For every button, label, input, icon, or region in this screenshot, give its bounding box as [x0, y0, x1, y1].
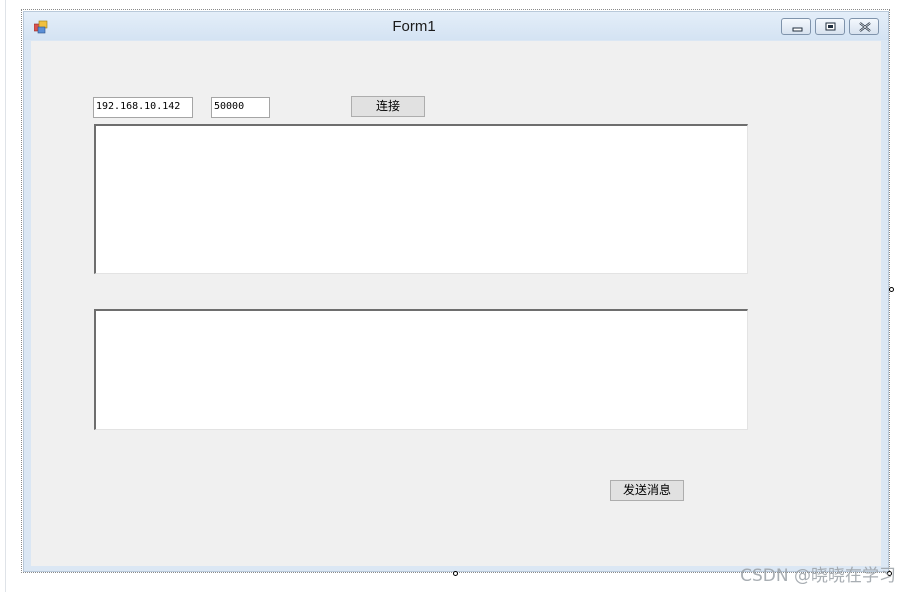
maximize-button[interactable] — [815, 18, 845, 35]
close-button[interactable] — [849, 18, 879, 35]
form-client-area: 192.168.10.142 50000 连接 发送消息 — [31, 41, 881, 566]
close-icon — [859, 22, 871, 32]
receive-message-textarea[interactable] — [94, 124, 748, 274]
maximize-icon — [825, 22, 836, 31]
form-window[interactable]: Form1 192.168.10.142 50000 连接 发送消息 — [23, 11, 889, 572]
resize-handle-right[interactable] — [889, 287, 894, 292]
form-title: Form1 — [392, 18, 436, 35]
resize-handle-bottom[interactable] — [453, 571, 458, 576]
port-input[interactable]: 50000 — [211, 97, 270, 118]
minimize-icon — [792, 27, 803, 32]
designer-guide-line — [5, 0, 6, 592]
send-message-button[interactable]: 发送消息 — [610, 480, 684, 501]
title-bar[interactable]: Form1 — [24, 12, 888, 40]
designer-canvas: Form1 192.168.10.142 50000 连接 发送消息 CSDN … — [0, 0, 910, 592]
watermark-text: CSDN @晓晓在学习 — [740, 566, 896, 586]
send-message-textarea[interactable] — [94, 309, 748, 430]
minimize-button[interactable] — [781, 18, 811, 35]
ip-address-input[interactable]: 192.168.10.142 — [93, 97, 193, 118]
connect-button[interactable]: 连接 — [351, 96, 425, 117]
